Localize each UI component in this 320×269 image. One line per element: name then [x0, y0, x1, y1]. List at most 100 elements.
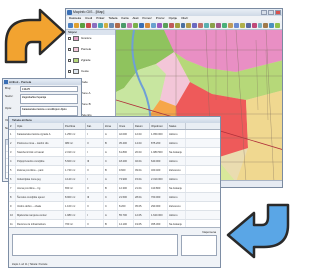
table-row[interactable]: 2 Poslovna zona – istočni dio 980 m² II B 35.…: [9, 139, 220, 148]
table-row[interactable]: 6 Industrijska zona jug 4.120 m² I A 73.900 15…: [9, 175, 220, 184]
table-row[interactable]: 10 Mješovita namjena centar 1.980 m² I A 55.7…: [9, 211, 220, 220]
toolbar-button-icon[interactable]: [144, 22, 150, 28]
toolbar-button-icon[interactable]: [85, 22, 91, 28]
column-header[interactable]: Opis: [16, 123, 64, 129]
table-row[interactable]: 1 Katastarska čestica zgrade A 1.250 m² I A 4…: [9, 130, 220, 139]
close-button[interactable]: [275, 10, 281, 15]
toolbar-button-icon[interactable]: [275, 22, 281, 28]
toolbar-button-icon[interactable]: [73, 22, 79, 28]
toolbar-button-icon[interactable]: [186, 22, 192, 28]
menu-item[interactable]: Datoteka: [69, 16, 81, 21]
toolbar-button-icon[interactable]: [133, 22, 139, 28]
note-detail-box[interactable]: [181, 235, 217, 256]
table-cell: 1.250 m²: [64, 130, 86, 138]
menu-item[interactable]: Prozor: [156, 16, 165, 21]
toolbar-button-icon[interactable]: [139, 22, 144, 28]
menu-item[interactable]: Okvir: [181, 16, 188, 21]
toolbar-button-icon[interactable]: [245, 22, 251, 28]
table-cell: I: [86, 148, 104, 156]
toolbar-button-icon[interactable]: [263, 22, 269, 28]
table-row[interactable]: 5 Zelena površina – park 1.740 m² II B 9.600 0…: [9, 166, 220, 175]
toolbar-button-icon[interactable]: [192, 22, 198, 28]
column-header[interactable]: Datum: [134, 123, 150, 129]
layer-visibility-checkbox[interactable]: [68, 70, 71, 73]
toolbar-button-icon[interactable]: [198, 22, 204, 28]
window-controls: [261, 10, 281, 15]
table-cell: A: [104, 130, 118, 138]
toolbar-button-icon[interactable]: [109, 22, 115, 28]
minimize-button[interactable]: [261, 10, 267, 15]
toolbar-button-icon[interactable]: [257, 22, 263, 28]
toolbar-button-icon[interactable]: [233, 22, 239, 28]
table-cell: 980 m²: [64, 139, 86, 147]
table-row[interactable]: 3 Stambeni blok uz kanal 2.310 m² I A 61.800 2…: [9, 148, 220, 157]
maximize-button[interactable]: [268, 10, 274, 15]
table-cell: 1.050.000: [150, 130, 168, 138]
toolbar-button-icon[interactable]: [150, 22, 156, 28]
toolbar-button-icon[interactable]: [174, 22, 180, 28]
column-header[interactable]: Kat.: [86, 123, 104, 129]
table-cell: I: [86, 211, 104, 219]
column-header[interactable]: #: [9, 123, 16, 129]
toolbar-button-icon[interactable]: [168, 22, 174, 28]
layer-visibility-checkbox[interactable]: [68, 59, 71, 62]
layer-item[interactable]: Granice: [66, 35, 115, 46]
table-cell: II: [86, 139, 104, 147]
table-cell: C: [104, 202, 118, 210]
menu-item[interactable]: Tabela: [109, 16, 118, 21]
table-cell: 1.980.500: [150, 148, 168, 156]
toolbar-button-icon[interactable]: [127, 22, 133, 28]
toolbar-button-icon[interactable]: [204, 22, 210, 28]
menu-item[interactable]: Opcije: [169, 16, 178, 21]
note-textarea[interactable]: [12, 234, 178, 256]
table-cell: Aktivno: [168, 175, 186, 183]
menu-item[interactable]: Prikaz: [96, 16, 104, 21]
layer-name: Zone B: [81, 102, 91, 106]
toolbar-button-icon[interactable]: [156, 22, 162, 28]
field-input-naziv[interactable]: Zagrebačka županija: [20, 94, 78, 104]
table-cell: 05.05.: [134, 202, 150, 210]
column-header[interactable]: Status: [168, 123, 186, 129]
toolbar-button-icon[interactable]: [103, 22, 109, 28]
table-row[interactable]: 9 Vodno dobro – obala 1.100 m² II C 8.200 05.0…: [9, 202, 220, 211]
field-input-opis[interactable]: Katastarska čestica u središnjem dijelu: [20, 106, 78, 116]
layer-item[interactable]: Zgrade: [66, 57, 115, 68]
toolbar-button-icon[interactable]: [68, 22, 73, 28]
toolbar-button-icon[interactable]: [216, 22, 221, 28]
table-row[interactable]: 8 Šumsko zemljište sjever 8.900 m² III C 21.5…: [9, 193, 220, 202]
toolbar-button-icon[interactable]: [227, 22, 233, 28]
toolbar-button-icon[interactable]: [251, 22, 257, 28]
table-row[interactable]: 7 Javna površina – trg 650 m² II B 12.300 21.0…: [9, 184, 220, 193]
column-header[interactable]: Zona: [104, 123, 118, 129]
toolbar-button-icon[interactable]: [180, 22, 186, 28]
menu-item[interactable]: Pomoć: [142, 16, 151, 21]
table-row[interactable]: 4 Poljoprivredno zemljište 5.600 m² III C 18.…: [9, 157, 220, 166]
toolbar-button-icon[interactable]: [221, 22, 227, 28]
table-header-row: # Opis Površina Kat. Zona Iznos Datum Vrijednos…: [9, 123, 220, 130]
toolbar-button-icon[interactable]: [269, 22, 275, 28]
table-cell: Mješovita namjena centar: [16, 211, 64, 219]
toolbar-button-icon[interactable]: [239, 22, 245, 28]
table-cell: 2.310.000: [150, 175, 168, 183]
column-header[interactable]: Iznos: [118, 123, 134, 129]
layer-visibility-checkbox[interactable]: [68, 48, 71, 51]
menu-item[interactable]: Alati: [133, 16, 139, 21]
toolbar-button-icon[interactable]: [162, 22, 168, 28]
toolbar-button-icon[interactable]: [91, 22, 97, 28]
toolbar-button-icon[interactable]: [115, 22, 121, 28]
toolbar-button-icon[interactable]: [97, 22, 103, 28]
field-input-broj[interactable]: 1342/5: [20, 86, 78, 92]
column-header[interactable]: Vrijednost: [150, 123, 168, 129]
table-cell: 14.03.: [134, 139, 150, 147]
table-cell: 1.100 m²: [64, 202, 86, 210]
layer-visibility-checkbox[interactable]: [68, 37, 71, 40]
toolbar-button-icon[interactable]: [210, 22, 216, 28]
toolbar-button-icon[interactable]: [79, 22, 85, 28]
menu-item[interactable]: Karta: [121, 16, 128, 21]
toolbar-button-icon[interactable]: [121, 22, 127, 28]
menu-item[interactable]: Uredi: [85, 16, 92, 21]
layer-item[interactable]: Parcele: [66, 46, 115, 57]
column-header[interactable]: Površina: [64, 123, 86, 129]
table-cell: 35.400: [118, 139, 134, 147]
table-cell: 2: [9, 139, 16, 147]
